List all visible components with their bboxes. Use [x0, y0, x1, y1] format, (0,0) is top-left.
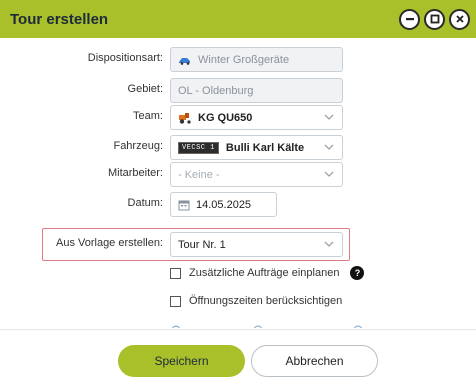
help-icon[interactable]: ?: [350, 266, 365, 280]
gebiet-value: OL - Oldenburg: [178, 84, 254, 97]
vorlage-row: Aus Vorlage erstellen: Tour Nr. 1: [0, 232, 476, 258]
clipped-row-fragments: [171, 325, 363, 328]
datum-value: 14.05.2025: [196, 198, 252, 211]
dialog-title: Tour erstellen: [10, 10, 109, 28]
vorlage-value: Tour Nr. 1: [178, 238, 226, 251]
gebiet-label: Gebiet:: [127, 83, 163, 95]
calendar-icon[interactable]: [178, 199, 190, 211]
square-icon: [430, 14, 439, 24]
zusaetzliche-auftraege-label: Zusätzliche Aufträge einplanen: [189, 267, 340, 279]
tractor-icon: [178, 112, 192, 124]
minimize-button[interactable]: [399, 8, 420, 30]
close-icon: [455, 15, 464, 23]
datum-label: Datum:: [127, 197, 163, 209]
dispositionsart-value: Winter Großgeräte: [198, 53, 290, 66]
vorlage-select[interactable]: Tour Nr. 1: [170, 232, 343, 257]
dispositionsart-row: Dispositionsart: Winter Großgeräte: [0, 47, 476, 73]
close-button[interactable]: [449, 8, 470, 30]
mitarbeiter-row: Mitarbeiter: - Keine -: [0, 162, 476, 188]
save-button[interactable]: Speichern: [118, 345, 245, 377]
dispositionsart-field: Winter Großgeräte: [170, 47, 343, 72]
team-select[interactable]: KG QU650: [170, 105, 343, 130]
maximize-button[interactable]: [424, 8, 445, 30]
chevron-down-icon: [324, 241, 334, 247]
clipped-options-row: [0, 320, 476, 328]
chevron-down-icon: [324, 114, 334, 120]
team-value: KG QU650: [198, 111, 253, 124]
oeffnungszeiten-label: Öffnungszeiten berücksichtigen: [189, 295, 343, 307]
chevron-down-icon: [324, 171, 334, 177]
fahrzeug-select[interactable]: VECSC 1 Bulli Karl Kälte: [170, 135, 343, 160]
zusaetzliche-auftraege-checkbox[interactable]: [170, 267, 181, 279]
oeffnungszeiten-checkbox[interactable]: [170, 295, 181, 307]
mitarbeiter-label: Mitarbeiter:: [107, 167, 163, 179]
oeffnungszeiten-row: Öffnungszeiten berücksichtigen: [170, 292, 342, 310]
fahrzeug-label: Fahrzeug:: [113, 140, 163, 152]
minus-icon: [405, 18, 414, 21]
datum-input[interactable]: 14.05.2025: [170, 192, 277, 217]
team-row: Team: KG QU650: [0, 105, 476, 131]
team-label: Team:: [133, 110, 163, 122]
vehicle-plate-tag: VECSC 1: [178, 141, 219, 154]
fahrzeug-row: Fahrzeug: VECSC 1 Bulli Karl Kälte: [0, 135, 476, 161]
dispositionsart-label: Dispositionsart:: [87, 52, 163, 64]
gebiet-row: Gebiet: OL - Oldenburg: [0, 78, 476, 104]
dialog-titlebar: Tour erstellen: [0, 0, 476, 38]
vorlage-label: Aus Vorlage erstellen:: [55, 237, 163, 249]
datum-row: Datum: 14.05.2025: [0, 192, 476, 218]
fahrzeug-value: Bulli Karl Kälte: [225, 141, 305, 154]
footer-divider: [0, 329, 476, 330]
vehicle-icon: [178, 55, 192, 65]
zusaetzliche-auftraege-row: Zusätzliche Aufträge einplanen ?: [170, 264, 365, 282]
cancel-button[interactable]: Abbrechen: [251, 345, 378, 377]
mitarbeiter-select[interactable]: - Keine -: [170, 162, 343, 187]
mitarbeiter-placeholder: - Keine -: [178, 168, 220, 181]
gebiet-field: OL - Oldenburg: [170, 78, 343, 103]
chevron-down-icon: [324, 144, 334, 150]
